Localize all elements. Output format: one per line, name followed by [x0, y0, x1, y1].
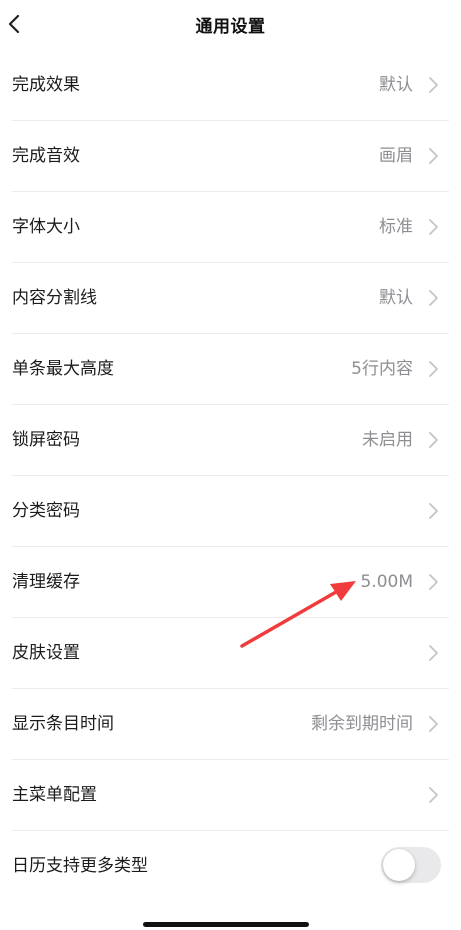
setting-label: 字体大小	[12, 217, 80, 237]
setting-label: 主菜单配置	[12, 785, 97, 805]
chevron-right-icon	[427, 289, 439, 307]
chevron-right-icon	[427, 502, 439, 520]
calendar-more-types-toggle[interactable]	[381, 847, 441, 883]
setting-value: 画眉	[379, 146, 413, 166]
setting-row-completion-sound[interactable]: 完成音效 画眉	[0, 121, 461, 192]
chevron-right-icon	[427, 644, 439, 662]
page-title: 通用设置	[195, 17, 266, 37]
setting-value: 5行内容	[351, 359, 413, 379]
setting-label: 分类密码	[12, 501, 80, 521]
setting-row-category-password[interactable]: 分类密码	[0, 476, 461, 547]
setting-row-max-item-height[interactable]: 单条最大高度 5行内容	[0, 334, 461, 405]
navigation-bar: 通用设置	[0, 0, 461, 50]
setting-row-font-size[interactable]: 字体大小 标准	[0, 192, 461, 263]
setting-label: 锁屏密码	[12, 430, 80, 450]
setting-label: 清理缓存	[12, 572, 80, 592]
setting-value: 未启用	[362, 430, 413, 450]
setting-label: 日历支持更多类型	[12, 856, 148, 876]
setting-value: 默认	[379, 288, 413, 308]
toggle-knob	[383, 849, 415, 881]
setting-row-main-menu-config[interactable]: 主菜单配置	[0, 760, 461, 831]
setting-row-clear-cache[interactable]: 清理缓存 5.00M	[0, 547, 461, 618]
setting-label: 内容分割线	[12, 288, 97, 308]
setting-value: 5.00M	[360, 572, 413, 592]
chevron-right-icon	[427, 147, 439, 165]
setting-row-lock-screen-password[interactable]: 锁屏密码 未启用	[0, 405, 461, 476]
chevron-right-icon	[427, 218, 439, 236]
setting-label: 显示条目时间	[12, 714, 114, 734]
setting-row-calendar-more-types: 日历支持更多类型	[0, 831, 461, 902]
setting-row-content-divider[interactable]: 内容分割线 默认	[0, 263, 461, 334]
settings-list: 完成效果 默认 完成音效 画眉 字体大小 标准 内容分割线 默认 单条最大高度 …	[0, 50, 461, 902]
setting-label: 完成音效	[12, 146, 80, 166]
setting-label: 单条最大高度	[12, 359, 114, 379]
chevron-right-icon	[427, 573, 439, 591]
chevron-right-icon	[427, 76, 439, 94]
setting-label: 完成效果	[12, 75, 80, 95]
setting-value: 标准	[379, 217, 413, 237]
setting-row-completion-effect[interactable]: 完成效果 默认	[0, 50, 461, 121]
setting-row-show-item-time[interactable]: 显示条目时间 剩余到期时间	[0, 689, 461, 760]
chevron-right-icon	[427, 786, 439, 804]
chevron-right-icon	[427, 715, 439, 733]
home-indicator[interactable]	[143, 922, 309, 927]
setting-value: 默认	[379, 75, 413, 95]
setting-label: 皮肤设置	[12, 643, 80, 663]
setting-value: 剩余到期时间	[311, 714, 413, 734]
chevron-right-icon	[427, 431, 439, 449]
chevron-right-icon	[427, 360, 439, 378]
setting-row-skin-settings[interactable]: 皮肤设置	[0, 618, 461, 689]
